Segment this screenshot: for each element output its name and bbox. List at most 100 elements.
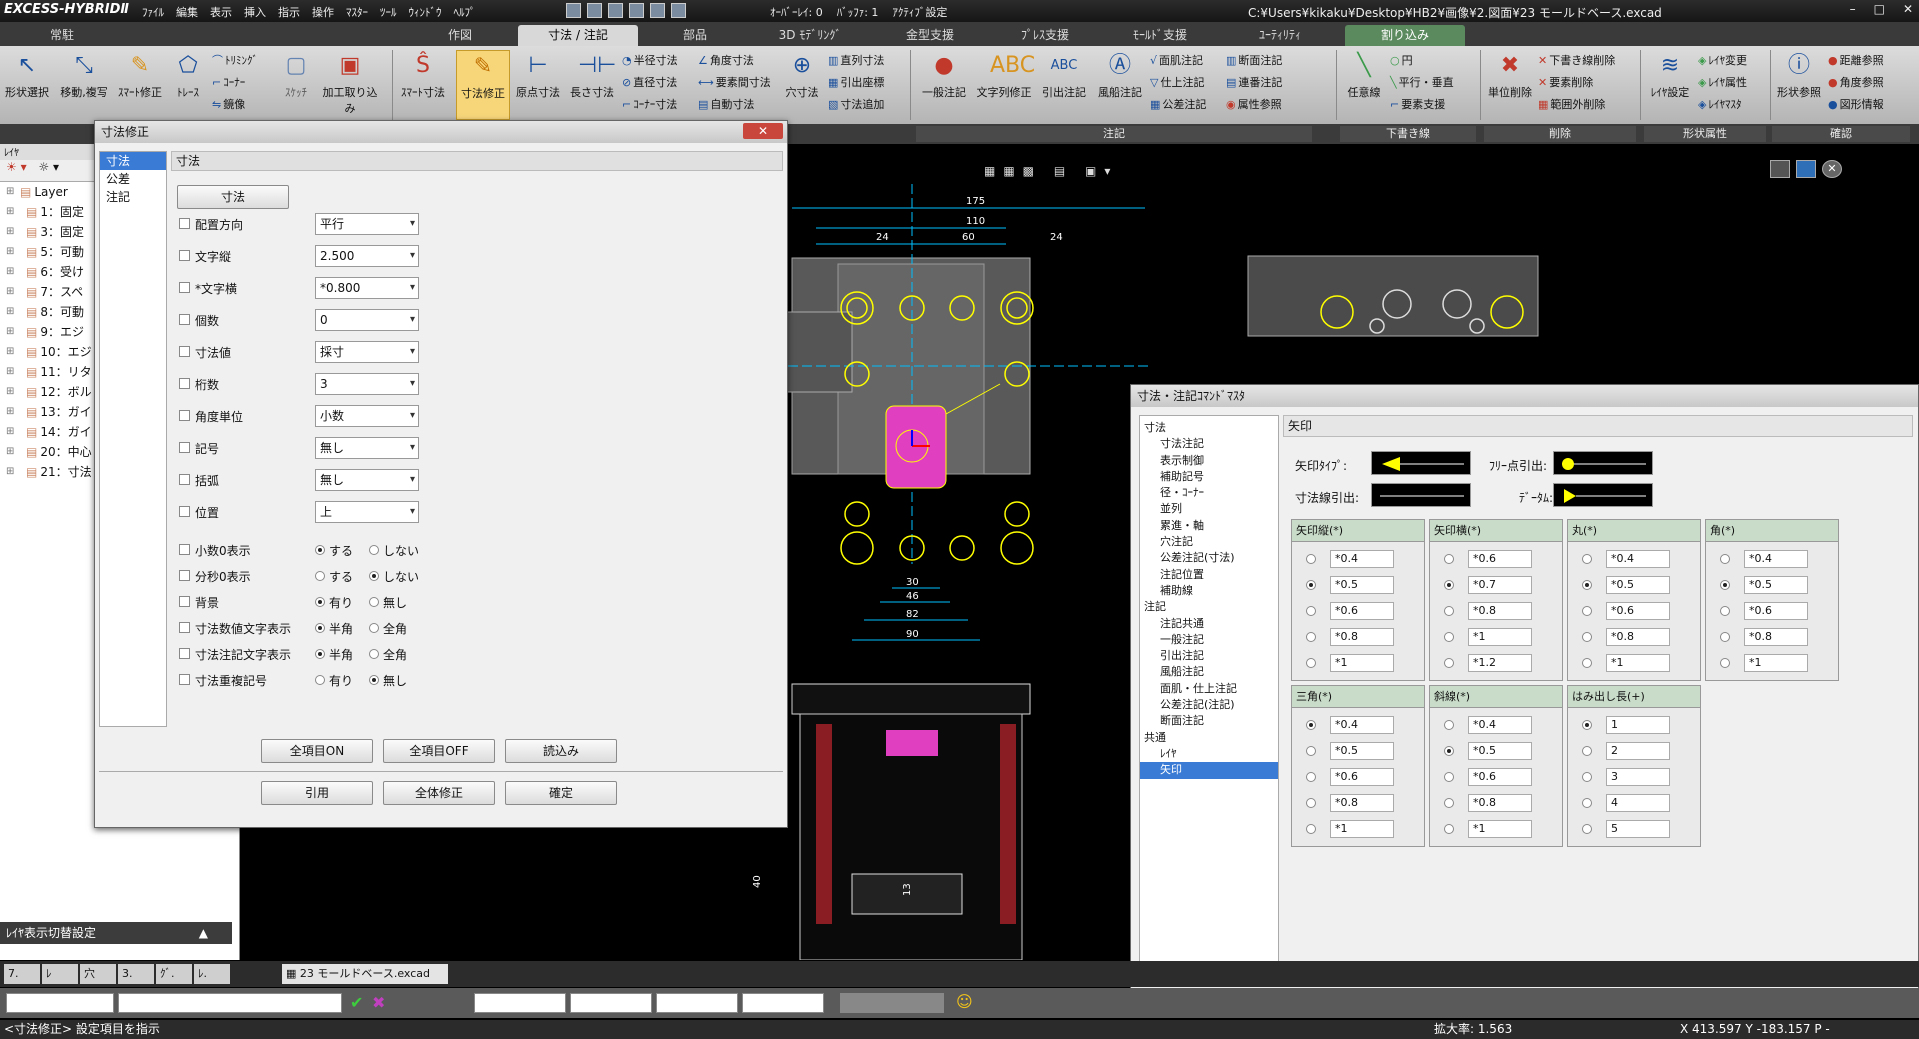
surface-note-button[interactable]: √ 面肌注記 bbox=[1150, 50, 1203, 72]
corner-button[interactable]: ⌐ ｺｰﾅｰ bbox=[212, 72, 245, 94]
tab-3d-modeling[interactable]: 3D ﾓﾃﾞﾘﾝｸﾞ bbox=[765, 25, 855, 46]
smart-modify-button[interactable]: ✎ ｽﾏｰﾄ修正 bbox=[114, 50, 166, 120]
size-field[interactable]: *0.5 bbox=[1744, 576, 1808, 594]
maximize-button[interactable]: □ bbox=[1874, 2, 1885, 16]
dim-lead-select[interactable] bbox=[1371, 483, 1471, 507]
hole-dimension-button[interactable]: ⊕ 穴寸法 bbox=[780, 50, 824, 120]
size-field[interactable]: *0.4 bbox=[1744, 550, 1808, 568]
row-select[interactable]: 3 bbox=[315, 373, 419, 395]
menu-view[interactable]: 表示 bbox=[210, 4, 232, 20]
arrow-type-select[interactable] bbox=[1371, 451, 1471, 475]
tree-item[interactable]: ﾚｲﾔ bbox=[1140, 746, 1278, 762]
radio-option[interactable] bbox=[369, 649, 379, 659]
auto-dim-button[interactable]: ▤ 自動寸法 bbox=[698, 94, 754, 116]
size-field[interactable]: *0.6 bbox=[1330, 768, 1394, 786]
radio-option[interactable] bbox=[315, 571, 325, 581]
size-radio[interactable] bbox=[1582, 632, 1592, 642]
tree-item[interactable]: 寸法 bbox=[1140, 420, 1278, 436]
size-field[interactable]: *1 bbox=[1744, 654, 1808, 672]
menu-tool[interactable]: ﾂｰﾙ bbox=[380, 4, 397, 20]
tree-item[interactable]: 引出注記 bbox=[1140, 648, 1278, 664]
layer-master-button[interactable]: ◈ ﾚｲﾔﾏｽﾀ bbox=[1698, 94, 1741, 116]
size-radio[interactable] bbox=[1306, 658, 1316, 668]
length-dimension-button[interactable]: ⊣⊢ 長さ寸法 bbox=[566, 50, 618, 120]
cam-import-button[interactable]: ▣ 加工取り込み bbox=[318, 50, 382, 120]
size-field[interactable]: 2 bbox=[1606, 742, 1670, 760]
menu-direct[interactable]: 指示 bbox=[278, 4, 300, 20]
row-checkbox[interactable] bbox=[179, 474, 190, 485]
tree-item[interactable]: 並列 bbox=[1140, 501, 1278, 517]
radio-row-checkbox[interactable] bbox=[179, 622, 190, 633]
size-radio[interactable] bbox=[1444, 772, 1454, 782]
element-support-button[interactable]: ⌐ 要素支援 bbox=[1390, 94, 1445, 116]
shape-ref-button[interactable]: ⓘ 形状参照 bbox=[1772, 50, 1826, 120]
group-note[interactable]: 注記 bbox=[916, 126, 1312, 142]
all-off-button[interactable]: 全項目OFF bbox=[383, 739, 495, 763]
size-radio[interactable] bbox=[1582, 658, 1592, 668]
circle-button[interactable]: ○ 円 bbox=[1390, 50, 1413, 72]
datum-select[interactable] bbox=[1553, 483, 1653, 507]
size-radio[interactable] bbox=[1306, 746, 1316, 756]
size-radio[interactable] bbox=[1720, 658, 1730, 668]
tab-press-support[interactable]: ﾌﾟﾚｽ支援 bbox=[1005, 25, 1085, 46]
attribute-ref-button[interactable]: ◉ 属性参照 bbox=[1226, 94, 1282, 116]
size-radio[interactable] bbox=[1720, 554, 1730, 564]
trace-button[interactable]: ⬠ ﾄﾚｰｽ bbox=[166, 50, 210, 120]
row-checkbox[interactable] bbox=[179, 346, 190, 357]
size-radio[interactable] bbox=[1582, 824, 1592, 834]
row-select[interactable]: 上 bbox=[315, 501, 419, 523]
corner-dim-button[interactable]: ⌐ ｺｰﾅｰ寸法 bbox=[622, 94, 677, 116]
row-checkbox[interactable] bbox=[179, 282, 190, 293]
row-select[interactable]: *0.800 bbox=[315, 277, 419, 299]
tree-item[interactable]: 公差注記(注記) bbox=[1140, 697, 1278, 713]
size-field[interactable]: *1 bbox=[1468, 628, 1532, 646]
section-note-button[interactable]: ▥ 断面注記 bbox=[1226, 50, 1282, 72]
tree-item-tolerance[interactable]: 公差 bbox=[100, 170, 166, 188]
row-select[interactable]: 採寸 bbox=[315, 341, 419, 363]
series-dim-button[interactable]: ▥ 直列寸法 bbox=[828, 50, 884, 72]
input-field-a[interactable] bbox=[474, 993, 566, 1013]
origin-dimension-button[interactable]: ⊢ 原点寸法 bbox=[512, 50, 564, 120]
menu-master[interactable]: ﾏｽﾀｰ bbox=[346, 4, 368, 20]
size-field[interactable]: *0.8 bbox=[1468, 794, 1532, 812]
size-radio[interactable] bbox=[1306, 632, 1316, 642]
input-combo-2[interactable] bbox=[118, 993, 342, 1013]
finish-note-button[interactable]: ▽ 仕上注記 bbox=[1150, 72, 1204, 94]
size-field[interactable]: *0.6 bbox=[1330, 602, 1394, 620]
size-field[interactable]: *1.2 bbox=[1468, 654, 1532, 672]
radio-option[interactable] bbox=[315, 545, 325, 555]
size-radio[interactable] bbox=[1306, 824, 1316, 834]
size-field[interactable]: *0.5 bbox=[1330, 576, 1394, 594]
radio-option[interactable] bbox=[369, 597, 379, 607]
sketch-button[interactable]: ▢ ｽｹｯﾁ bbox=[276, 50, 316, 120]
dimension-select-button[interactable]: 寸法 bbox=[177, 185, 289, 209]
lead-note-button[interactable]: ABC 引出注記 bbox=[1036, 50, 1092, 120]
size-radio[interactable] bbox=[1444, 658, 1454, 668]
size-radio[interactable] bbox=[1582, 580, 1592, 590]
layer-attr-button[interactable]: ◈ ﾚｲﾔ属性 bbox=[1698, 72, 1747, 94]
tab-parts[interactable]: 部品 bbox=[660, 25, 730, 46]
radio-option[interactable] bbox=[369, 571, 379, 581]
size-field[interactable]: *0.6 bbox=[1744, 602, 1808, 620]
row-select[interactable]: 平行 bbox=[315, 213, 419, 235]
size-field[interactable]: *0.8 bbox=[1330, 794, 1394, 812]
tab-utility[interactable]: ﾕｰﾃｨﾘﾃｨ bbox=[1240, 25, 1320, 46]
menu-help[interactable]: ﾍﾙﾌﾟ bbox=[454, 4, 476, 20]
tree-item[interactable]: 穴注記 bbox=[1140, 534, 1278, 550]
size-field[interactable]: *1 bbox=[1330, 654, 1394, 672]
size-field[interactable]: *0.4 bbox=[1468, 716, 1532, 734]
bottom-tab[interactable]: 3. bbox=[118, 964, 154, 984]
size-radio[interactable] bbox=[1444, 632, 1454, 642]
menu-edit[interactable]: 編集 bbox=[176, 4, 198, 20]
size-field[interactable]: *0.5 bbox=[1606, 576, 1670, 594]
size-field[interactable]: 5 bbox=[1606, 820, 1670, 838]
size-radio[interactable] bbox=[1720, 632, 1730, 642]
text-modify-button[interactable]: ABC 文字列修正 bbox=[974, 50, 1036, 120]
radio-row-checkbox[interactable] bbox=[179, 648, 190, 659]
size-radio[interactable] bbox=[1306, 580, 1316, 590]
size-field[interactable]: *0.8 bbox=[1330, 628, 1394, 646]
tree-item[interactable]: 補助記号 bbox=[1140, 469, 1278, 485]
tab-interrupt[interactable]: 割り込み bbox=[1345, 25, 1465, 46]
layer-icon[interactable] bbox=[671, 3, 686, 18]
parallel-perp-button[interactable]: ╲ 平行・垂直 bbox=[1390, 72, 1454, 94]
